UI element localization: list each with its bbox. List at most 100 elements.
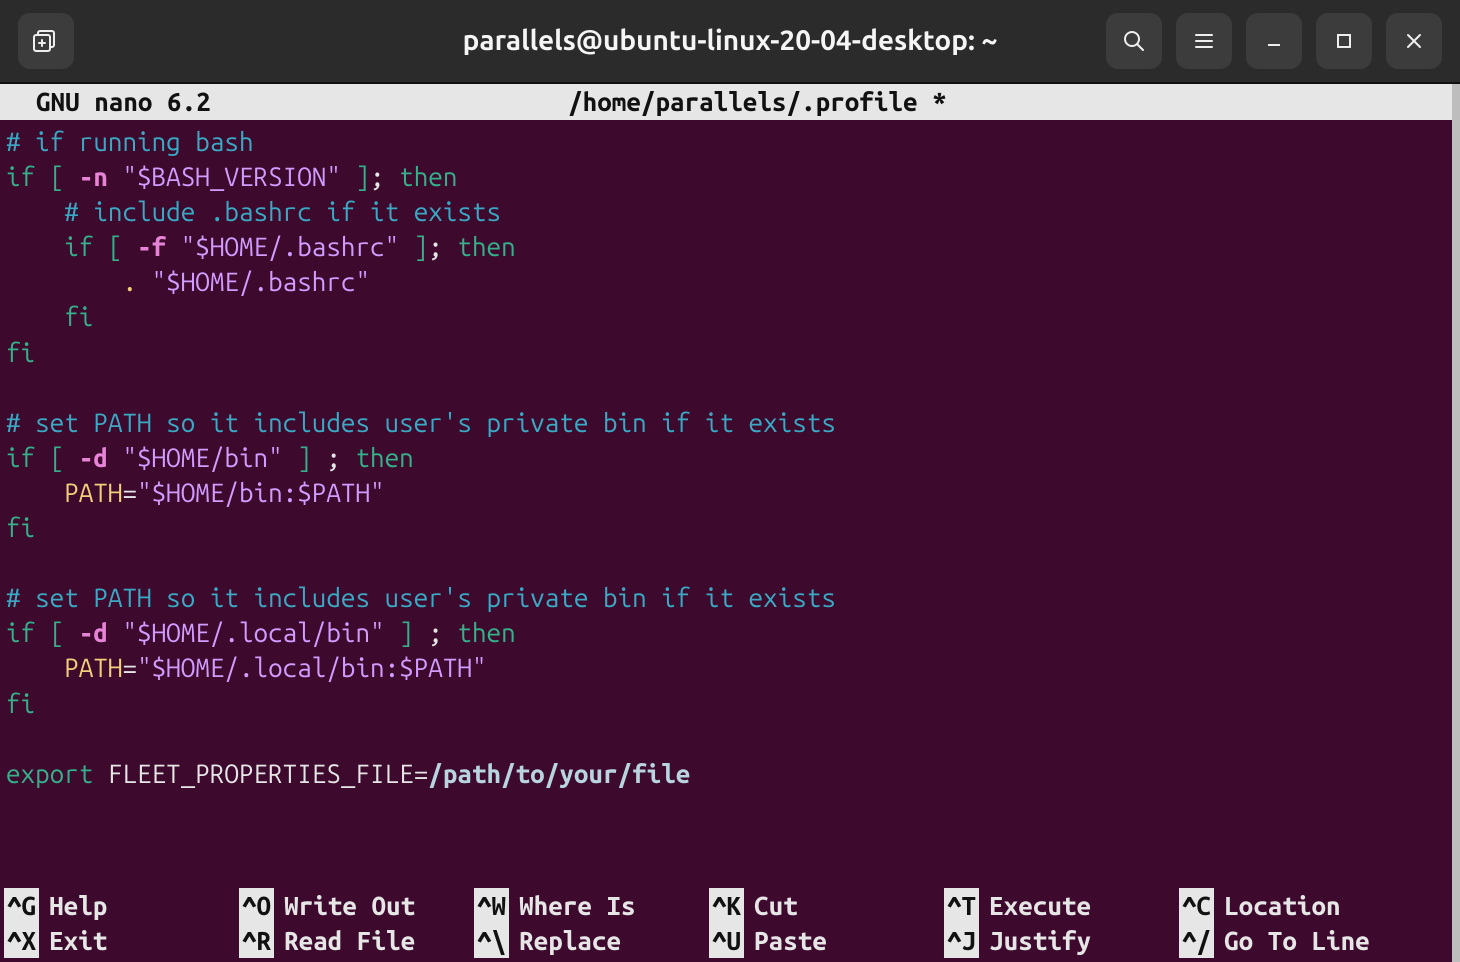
code-source: .	[122, 267, 151, 296]
menu-button[interactable]	[1176, 13, 1232, 69]
code-kw: then	[355, 443, 413, 472]
shortcut-key: ^R	[239, 923, 274, 958]
code-op: -d	[79, 618, 108, 647]
shortcut-label: Write Out	[284, 888, 415, 923]
shortcut-label: Where Is	[519, 888, 635, 923]
window-titlebar: parallels@ubuntu-linux-20-04-desktop: ~	[0, 0, 1460, 84]
code-string: "$HOME/.bashrc"	[181, 232, 399, 261]
code-bracket: [	[50, 618, 65, 647]
code-bracket: ]	[399, 618, 414, 647]
code-var: FLEET_PROPERTIES_FILE	[108, 759, 414, 788]
shortcut-key: ^/	[1179, 923, 1214, 958]
code-op: -d	[79, 443, 108, 472]
shortcut-label: Cut	[754, 888, 798, 923]
scrollbar[interactable]	[1452, 84, 1460, 962]
shortcut-key: ^T	[944, 888, 979, 923]
shortcut-writeout: ^OWrite Out	[239, 888, 464, 923]
code-punct: =	[414, 759, 429, 788]
minimize-button[interactable]	[1246, 13, 1302, 69]
code-kw: if	[64, 232, 93, 261]
code-kw: fi	[6, 689, 35, 718]
shortcut-justify: ^J Justify	[944, 923, 1169, 958]
new-tab-icon	[33, 30, 59, 52]
code-var: PATH	[64, 653, 122, 682]
code-string: "$HOME/.bashrc"	[152, 267, 370, 296]
shortcut-key: ^J	[944, 923, 979, 958]
code-string: "$HOME/bin:$PATH"	[137, 478, 385, 507]
shortcut-location: ^C Location	[1179, 888, 1404, 923]
shortcut-paste: ^U Paste	[709, 923, 934, 958]
code-punct: ;	[326, 443, 341, 472]
code-string: "$HOME/bin"	[123, 443, 283, 472]
code-bracket: ]	[355, 162, 370, 191]
shortcut-exit: ^XExit	[4, 923, 229, 958]
shortcut-key: ^\	[474, 923, 509, 958]
maximize-button[interactable]	[1316, 13, 1372, 69]
shortcut-key: ^W	[474, 888, 509, 923]
code-bracket: [	[50, 443, 65, 472]
shortcut-label: Justify	[989, 923, 1091, 958]
maximize-icon	[1335, 32, 1353, 50]
code-bracket: ]	[297, 443, 312, 472]
code-punct: =	[123, 653, 138, 682]
close-icon	[1404, 31, 1424, 51]
new-tab-button[interactable]	[18, 13, 74, 69]
code-kw: then	[457, 618, 515, 647]
code-kw: fi	[6, 338, 35, 367]
shortcut-readfile: ^R Read File	[239, 923, 464, 958]
shortcut-cut: ^K Cut	[709, 888, 934, 923]
hamburger-icon	[1193, 30, 1215, 52]
code-string: "$BASH_VERSION"	[123, 162, 341, 191]
close-button[interactable]	[1386, 13, 1442, 69]
nano-app-version: GNU nano 6.2	[8, 84, 211, 120]
terminal-area[interactable]: GNU nano 6.2 /home/parallels/.profile * …	[0, 84, 1460, 962]
shortcut-key: ^C	[1179, 888, 1214, 923]
code-punct: ;	[428, 618, 443, 647]
code-comment: # set PATH so it includes user's private…	[6, 408, 836, 437]
shortcut-label: Execute	[989, 888, 1091, 923]
code-comment: # include .bashrc if it exists	[64, 197, 501, 226]
nano-bar-right	[1304, 84, 1444, 120]
search-icon	[1122, 29, 1146, 53]
shortcut-label: Read File	[284, 923, 415, 958]
shortcut-row-1: ^GHelp ^OWrite Out ^WWhere Is ^KCut ^TEx…	[4, 888, 1450, 923]
code-bracket: [	[50, 162, 65, 191]
minimize-icon	[1264, 31, 1284, 51]
shortcut-label: Location	[1224, 888, 1340, 923]
code-kw: fi	[6, 513, 35, 542]
code-op: -f	[137, 232, 166, 261]
shortcut-key: ^K	[709, 888, 744, 923]
code-kw: fi	[64, 302, 93, 331]
code-punct: ;	[428, 232, 443, 261]
code-bracket: [	[108, 232, 123, 261]
shortcut-label: Go To Line	[1224, 923, 1370, 958]
shortcut-whereis: ^W Where Is	[474, 888, 699, 923]
code-op: -n	[79, 162, 108, 191]
code-var: PATH	[64, 478, 122, 507]
nano-file-path: /home/parallels/.profile *	[211, 84, 1304, 120]
window-title: parallels@ubuntu-linux-20-04-desktop: ~	[463, 22, 998, 60]
code-comment: # if running bash	[6, 127, 254, 156]
search-button[interactable]	[1106, 13, 1162, 69]
shortcut-label: Paste	[754, 923, 827, 958]
code-kw: if	[6, 443, 35, 472]
shortcut-replace: ^\ Replace	[474, 923, 699, 958]
code-comment: # set PATH so it includes user's private…	[6, 583, 836, 612]
code-string: "$HOME/.local/bin:$PATH"	[137, 653, 486, 682]
shortcut-label: Replace	[519, 923, 621, 958]
shortcut-row-2: ^XExit ^R Read File ^\ Replace ^U Paste ^J J…	[4, 923, 1450, 958]
shortcut-gotoline: ^/ Go To Line	[1179, 923, 1404, 958]
nano-status-bar: GNU nano 6.2 /home/parallels/.profile *	[0, 84, 1452, 120]
code-punct: ;	[370, 162, 385, 191]
code-bracket: ]	[414, 232, 429, 261]
code-path: /path/to/your/file	[428, 759, 690, 788]
code-kw: export	[6, 759, 93, 788]
nano-shortcut-bar: ^GHelp ^OWrite Out ^WWhere Is ^KCut ^TEx…	[4, 888, 1450, 958]
editor-buffer[interactable]: # if running bash if [ -n "$BASH_VERSION…	[0, 120, 1452, 795]
code-punct: =	[123, 478, 138, 507]
code-kw: then	[399, 162, 457, 191]
shortcut-key: ^U	[709, 923, 744, 958]
code-kw: if	[6, 162, 35, 191]
code-kw: then	[457, 232, 515, 261]
shortcut-key: ^G	[4, 888, 39, 923]
